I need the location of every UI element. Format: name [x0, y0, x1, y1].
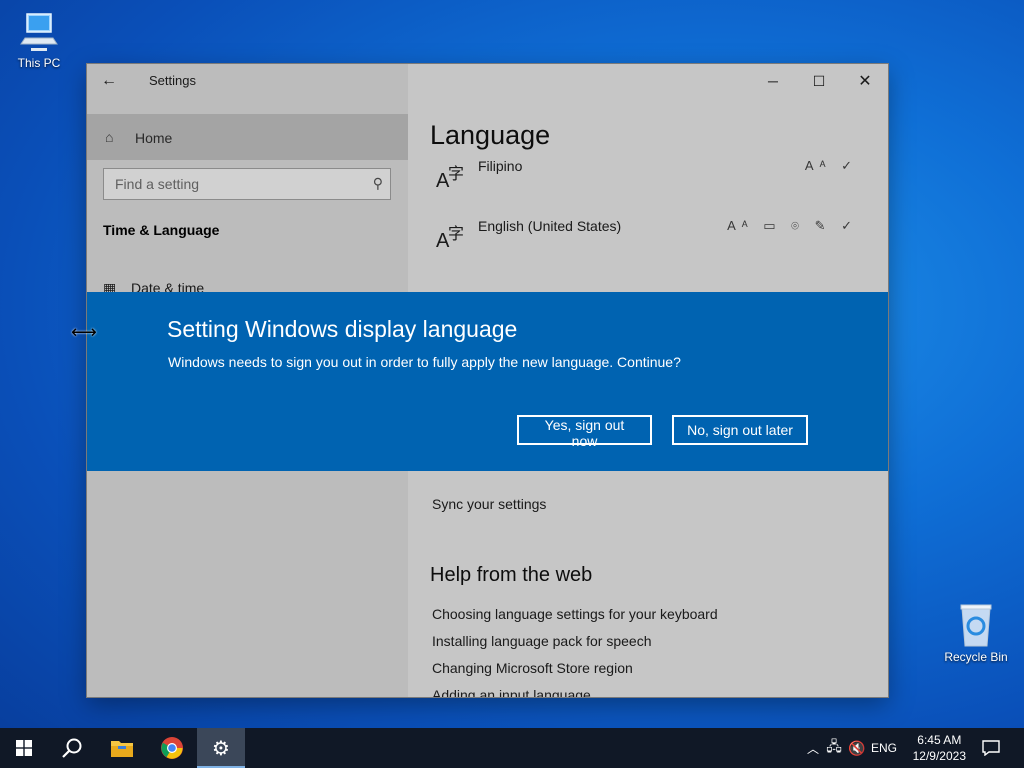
desktop-icon-label: Recycle Bin: [944, 650, 1008, 664]
desktop-icon-recycle-bin[interactable]: Recycle Bin: [940, 602, 1012, 664]
clock[interactable]: 6:45 AM 12/9/2023: [913, 732, 966, 764]
resize-cursor-icon: ⟷: [71, 322, 97, 342]
folder-icon: [111, 741, 133, 757]
taskbar: ⚙ ︿ 🖧 🔇 ENG 6:45 AM 12/9/2023: [0, 728, 1024, 768]
notification-icon: [982, 740, 1000, 756]
search-icon: [62, 738, 82, 758]
recycle-bin-icon: [960, 604, 992, 647]
chrome-button[interactable]: [148, 728, 196, 768]
input-language-indicator[interactable]: ENG: [868, 741, 900, 755]
gear-icon: ⚙: [212, 737, 230, 760]
display-language-dialog: Setting Windows display language Windows…: [87, 292, 888, 471]
desktop-icon-label: This PC: [17, 56, 61, 70]
computer-icon: [20, 13, 58, 51]
desktop-icon-this-pc[interactable]: This PC: [7, 10, 71, 70]
clock-date: 12/9/2023: [912, 749, 966, 763]
search-taskbar-button[interactable]: [48, 728, 96, 768]
action-center-button[interactable]: [968, 728, 1014, 768]
windows-logo-icon: [16, 740, 32, 756]
sign-out-later-button[interactable]: No, sign out later: [672, 415, 808, 445]
dialog-message: Windows needs to sign you out in order t…: [168, 354, 681, 370]
dialog-heading: Setting Windows display language: [167, 316, 518, 342]
clock-time: 6:45 AM: [917, 733, 962, 747]
start-button[interactable]: [0, 728, 48, 768]
chrome-icon: [161, 737, 183, 759]
file-explorer-button[interactable]: [98, 728, 146, 768]
network-icon[interactable]: 🖧: [822, 736, 846, 760]
system-tray: ︿ 🖧 🔇 ENG: [804, 728, 900, 768]
sign-out-now-button[interactable]: Yes, sign out now: [517, 415, 652, 449]
volume-muted-icon[interactable]: 🔇: [846, 740, 868, 757]
settings-taskbar-button[interactable]: ⚙: [197, 728, 245, 768]
chevron-up-icon[interactable]: ︿: [804, 740, 822, 757]
